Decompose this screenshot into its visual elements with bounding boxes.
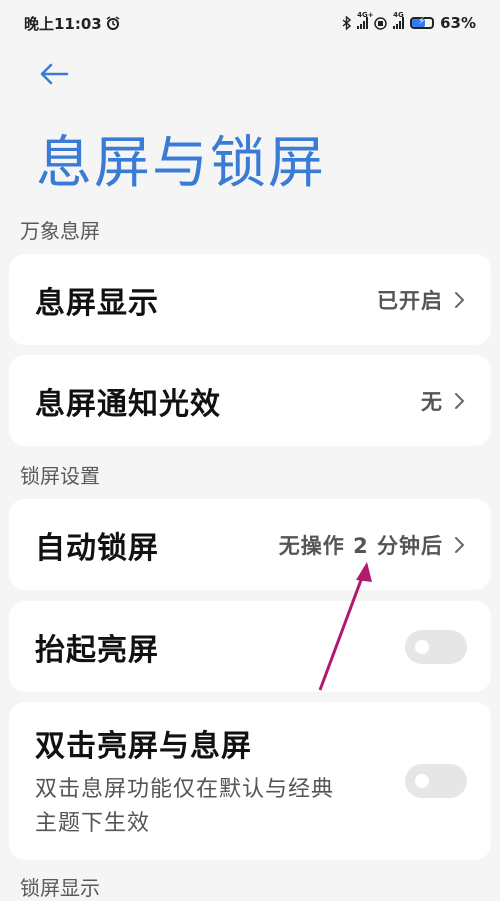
notification-light-right: 无 — [421, 386, 467, 416]
section-label-lock-screen: 锁屏设置 — [20, 464, 100, 488]
status-bar: 晚上11:03 4G+ 4G ⚡ 63% — [0, 0, 500, 46]
section-label-lock-display: 锁屏显示 — [20, 876, 100, 900]
status-right: 4G+ 4G ⚡ 63% — [342, 11, 476, 32]
aod-display-row[interactable]: 息屏显示 已开启 — [9, 254, 491, 345]
chevron-right-icon — [455, 536, 465, 553]
aod-display-right: 已开启 — [377, 285, 467, 315]
battery-icon: ⚡ — [410, 16, 435, 29]
toggle-knob — [415, 774, 429, 788]
auto-lock-title: 自动锁屏 — [35, 530, 159, 566]
hd-voice-icon — [374, 16, 387, 30]
aod-display-value: 已开启 — [377, 288, 443, 313]
double-tap-subtitle-line1: 双击息屏功能仅在默认与经典 — [35, 777, 335, 802]
raise-to-wake-title: 抬起亮屏 — [35, 632, 159, 668]
notification-light-row[interactable]: 息屏通知光效 无 — [9, 355, 491, 446]
double-tap-subtitle-line2: 主题下生效 — [35, 811, 151, 836]
toggle-knob — [415, 639, 429, 654]
chevron-right-icon — [455, 392, 465, 409]
bluetooth-icon — [342, 16, 352, 30]
auto-lock-row[interactable]: 自动锁屏 无操作 2 分钟后 — [9, 499, 491, 590]
double-tap-title: 双击亮屏与息屏 — [35, 729, 252, 764]
chevron-right-icon — [455, 291, 465, 308]
notification-light-value: 无 — [421, 389, 443, 414]
raise-to-wake-toggle[interactable] — [405, 629, 467, 664]
status-time: 晚上11:03 — [24, 14, 102, 33]
status-left: 晚上11:03 — [24, 13, 120, 34]
double-tap-text: 双击亮屏与息屏 双击息屏功能仅在默认与经典 主题下生效 — [35, 721, 334, 841]
notification-light-title: 息屏通知光效 — [35, 386, 221, 422]
section-label-always-on: 万象息屏 — [20, 219, 100, 243]
page-title: 息屏与锁屏 — [36, 131, 326, 196]
battery-level: 63% — [440, 14, 476, 32]
double-tap-row[interactable]: 双击亮屏与息屏 双击息屏功能仅在默认与经典 主题下生效 — [9, 702, 491, 860]
sim1-signal-icon: 4G+ — [357, 11, 374, 29]
raise-to-wake-row[interactable]: 抬起亮屏 — [9, 601, 491, 692]
back-button[interactable] — [36, 56, 72, 92]
auto-lock-value: 无操作 2 分钟后 — [278, 533, 443, 558]
back-arrow-icon — [40, 63, 69, 85]
aod-display-title: 息屏显示 — [35, 285, 159, 321]
alarm-icon — [106, 16, 120, 30]
sim2-signal-icon: 4G — [393, 11, 405, 29]
auto-lock-right: 无操作 2 分钟后 — [279, 530, 467, 560]
double-tap-toggle[interactable] — [405, 764, 467, 798]
